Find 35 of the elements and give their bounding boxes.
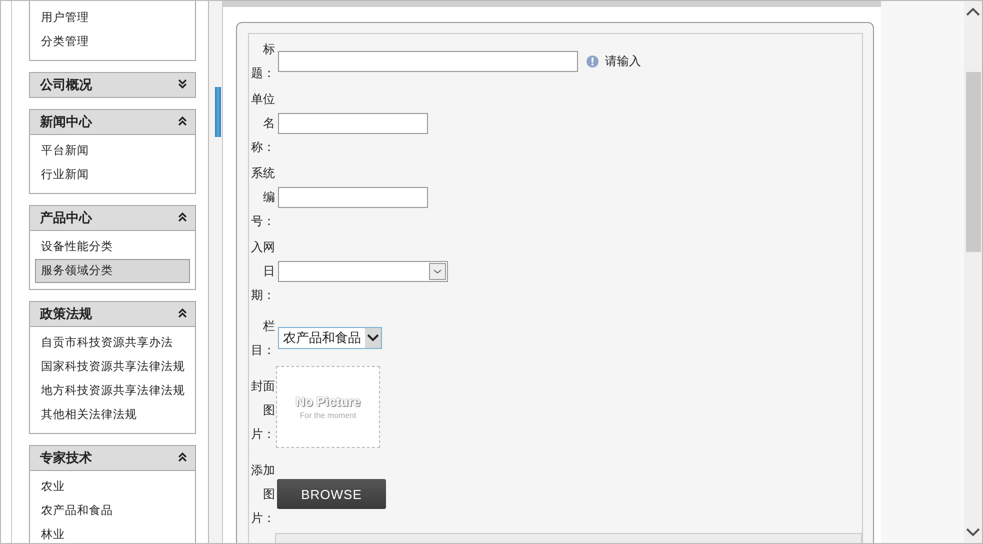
panel-header[interactable]: 产品中心 xyxy=(30,206,195,230)
panel-title: 产品中心 xyxy=(40,209,92,227)
field-label: 添加图片： xyxy=(250,462,276,527)
panel-header[interactable]: 政策法规 xyxy=(30,302,195,326)
sidebar-item[interactable]: 自贡市科技资源共享办法 xyxy=(35,331,190,355)
sidebar-item[interactable]: 行业新闻 xyxy=(35,163,190,187)
panel-title: 新闻中心 xyxy=(40,113,92,131)
field-label: 栏目： xyxy=(250,318,276,359)
sidebar-item[interactable]: 国家科技资源共享法律法规 xyxy=(35,355,190,379)
category-select[interactable]: 农产品和食品 xyxy=(278,327,382,349)
hint-text: 请输入 xyxy=(605,52,641,70)
panel-title: 专家技术 xyxy=(40,449,92,467)
field-label: 标题： xyxy=(250,41,276,82)
placeholder-title: No Picture xyxy=(295,394,360,409)
sidebar-item[interactable]: 设备性能分类 xyxy=(35,235,190,259)
sidebar-item[interactable]: 其他相关法律法规 xyxy=(35,403,190,427)
panel-title: 政策法规 xyxy=(40,305,92,323)
panel-header[interactable]: 新闻中心 xyxy=(30,110,195,134)
placeholder-subtitle: For the moment xyxy=(300,411,356,420)
sidebar-item[interactable]: 地方科技资源共享法律法规 xyxy=(35,379,190,403)
field-label: 封面图片： xyxy=(250,378,276,443)
sidebar-item[interactable]: 用户管理 xyxy=(35,6,190,30)
sidebar-item[interactable]: 平台新闻 xyxy=(35,139,190,163)
browse-button[interactable]: BROWSE xyxy=(277,479,386,509)
sidebar-item[interactable]: 农产品和食品 xyxy=(35,499,190,523)
sidebar-item[interactable]: 林业 xyxy=(35,523,190,543)
panel-title: 公司概况 xyxy=(40,76,92,94)
sidebar-item[interactable]: 服务领域分类 xyxy=(35,259,190,283)
sidebar-item[interactable]: 农业 xyxy=(35,475,190,499)
field-label: 单位名称： xyxy=(250,91,276,156)
panel-header[interactable]: 公司概况 xyxy=(30,73,195,97)
panel-header[interactable]: 专家技术 xyxy=(30,446,195,470)
sidebar-item[interactable]: 分类管理 xyxy=(35,30,190,54)
field-label: 入网日期： xyxy=(250,239,276,304)
field-label: 系统编号： xyxy=(250,165,276,230)
